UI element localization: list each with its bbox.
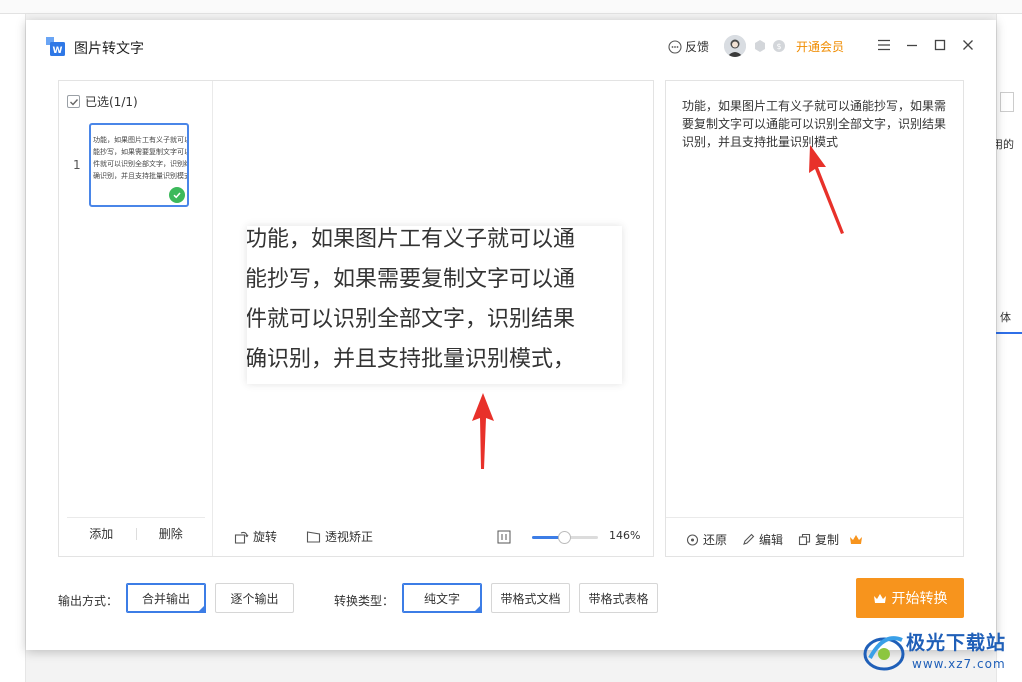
formatted-document-label: 带格式文档 bbox=[500, 591, 561, 606]
check-circle-icon bbox=[169, 187, 185, 203]
edit-icon bbox=[743, 533, 755, 545]
selected-corner-icon bbox=[473, 604, 482, 613]
preview-text-line: 功能，如果图片工有义子就可以通 bbox=[247, 227, 576, 252]
copy-icon bbox=[798, 533, 811, 546]
result-panel: 功能，如果图片工有义子就可以通能抄写，如果需要复制文字可以通能可以识别全部文字，… bbox=[665, 80, 964, 557]
avatar[interactable] bbox=[724, 35, 746, 57]
result-toolbar: 还原 编辑 复制 bbox=[666, 517, 963, 557]
selected-count-label: 已选(1/1) bbox=[85, 95, 138, 109]
crown-icon bbox=[850, 535, 863, 544]
thumbnail-actions: 添加 删除 bbox=[67, 517, 205, 549]
perspective-correction-button[interactable]: 透视矫正 bbox=[306, 528, 373, 545]
zoom-slider-handle[interactable] bbox=[557, 531, 571, 544]
feedback-button[interactable]: 反馈 bbox=[668, 38, 709, 55]
image-preview-area[interactable]: 功能，如果图片工有义子就可以通 能抄写，如果需要复制文字可以通 件就可以识别全部… bbox=[214, 81, 654, 556]
restore-label: 还原 bbox=[703, 533, 728, 547]
rotate-button[interactable]: 旋转 bbox=[234, 528, 277, 545]
maximize-icon[interactable] bbox=[931, 36, 949, 54]
selected-corner-icon bbox=[197, 604, 206, 613]
restore-button[interactable]: 还原 bbox=[686, 531, 727, 548]
edit-button[interactable]: 编辑 bbox=[742, 531, 783, 548]
crown-icon bbox=[873, 593, 886, 603]
preview-toolbar: 旋转 透视矫正 146% bbox=[214, 521, 654, 551]
dialog-title: 图片转文字 bbox=[74, 41, 144, 57]
background-right-panel bbox=[996, 14, 1022, 682]
background-input bbox=[1000, 92, 1014, 112]
app-icon: W bbox=[46, 37, 65, 56]
formatted-table-button[interactable]: 带格式表格 bbox=[579, 583, 658, 613]
output-mode-label: 输出方式： bbox=[58, 594, 119, 608]
zoom-slider[interactable] bbox=[532, 531, 598, 544]
thumbnail-text-line: 能抄写，如果需要复制文字可以通 bbox=[93, 148, 189, 156]
background-toolbar bbox=[0, 0, 1022, 14]
close-icon[interactable] bbox=[959, 36, 977, 54]
thumbnail-index: 1 bbox=[73, 158, 81, 172]
formatted-document-button[interactable]: 带格式文档 bbox=[491, 583, 570, 613]
single-output-button[interactable]: 逐个输出 bbox=[215, 583, 294, 613]
thumbnail-text-line: 件就可以识别全部文字，识别结果 bbox=[93, 160, 189, 168]
red-arrow-annotation bbox=[472, 393, 494, 469]
thumbnail-text-line: 功能，如果图片工有义子就可以通能 bbox=[93, 136, 187, 144]
feedback-icon bbox=[668, 39, 682, 54]
image-to-text-dialog: W 图片转文字 反馈 $ 开通会员 已选(1/1) 1 功能，如果图片工有义子就… bbox=[26, 20, 996, 650]
thumbnail-item[interactable]: 功能，如果图片工有义子就可以通能 能抄写，如果需要复制文字可以通 件就可以识别全… bbox=[89, 123, 189, 207]
minimize-icon[interactable] bbox=[903, 36, 921, 54]
merge-output-button[interactable]: 合并输出 bbox=[126, 583, 206, 613]
watermark-url: www.xz7.com bbox=[912, 657, 1006, 671]
delete-button[interactable]: 删除 bbox=[137, 525, 206, 542]
checkbox-icon bbox=[67, 95, 80, 108]
badge-icon[interactable] bbox=[753, 39, 767, 53]
vip-link[interactable]: 开通会员 bbox=[796, 38, 844, 55]
menu-icon[interactable] bbox=[875, 36, 893, 54]
single-output-label: 逐个输出 bbox=[230, 591, 279, 606]
thumbnail-text-line: 确识别，并且支持批量识别模式， bbox=[93, 172, 189, 180]
preview-text-line: 能抄写，如果需要复制文字可以通 bbox=[247, 267, 576, 292]
title-bar[interactable]: W 图片转文字 反馈 $ 开通会员 bbox=[26, 20, 996, 72]
preview-image: 功能，如果图片工有义子就可以通 能抄写，如果需要复制文字可以通 件就可以识别全部… bbox=[247, 226, 622, 384]
svg-text:$: $ bbox=[776, 42, 781, 51]
badge-icon[interactable]: $ bbox=[772, 39, 786, 53]
feedback-label: 反馈 bbox=[685, 40, 710, 54]
edit-label: 编辑 bbox=[759, 533, 784, 547]
preview-text-line: 确识别，并且支持批量识别模式， bbox=[247, 347, 576, 372]
thumbnail-list: 已选(1/1) 1 功能，如果图片工有义子就可以通能 能抄写，如果需要复制文字可… bbox=[59, 81, 213, 556]
select-all-checkbox[interactable]: 已选(1/1) bbox=[67, 93, 138, 110]
perspective-label: 透视矫正 bbox=[325, 530, 374, 544]
zoom-level: 146% bbox=[609, 529, 641, 542]
fit-to-window-icon[interactable] bbox=[497, 530, 511, 544]
start-convert-button[interactable]: 开始转换 bbox=[856, 578, 964, 618]
formatted-table-label: 带格式表格 bbox=[588, 591, 649, 606]
watermark: 极光下载站 www.xz7.com bbox=[862, 624, 1022, 682]
watermark-logo-icon bbox=[863, 636, 905, 671]
restore-icon bbox=[686, 534, 699, 546]
red-arrow-annotation bbox=[809, 145, 844, 234]
plain-text-label: 纯文字 bbox=[423, 591, 460, 606]
copy-label: 复制 bbox=[815, 533, 840, 547]
svg-text:W: W bbox=[53, 46, 63, 56]
rotate-icon bbox=[234, 531, 249, 544]
perspective-icon bbox=[306, 530, 321, 543]
background-left-page bbox=[0, 14, 26, 682]
source-panel: 已选(1/1) 1 功能，如果图片工有义子就可以通能 能抄写，如果需要复制文字可… bbox=[58, 80, 654, 557]
watermark-name: 极光下载站 bbox=[906, 632, 1007, 654]
plain-text-button[interactable]: 纯文字 bbox=[402, 583, 482, 613]
convert-type-label: 转换类型： bbox=[334, 594, 395, 608]
background-text: 体 bbox=[1000, 311, 1011, 324]
preview-text-line: 件就可以识别全部文字，识别结果 bbox=[247, 307, 576, 332]
rotate-label: 旋转 bbox=[253, 530, 278, 544]
avatar-image bbox=[724, 35, 746, 57]
start-convert-label: 开始转换 bbox=[891, 591, 948, 607]
background-underline bbox=[992, 332, 1022, 334]
copy-button[interactable]: 复制 bbox=[798, 531, 863, 548]
merge-output-label: 合并输出 bbox=[141, 591, 190, 606]
add-button[interactable]: 添加 bbox=[67, 525, 136, 542]
